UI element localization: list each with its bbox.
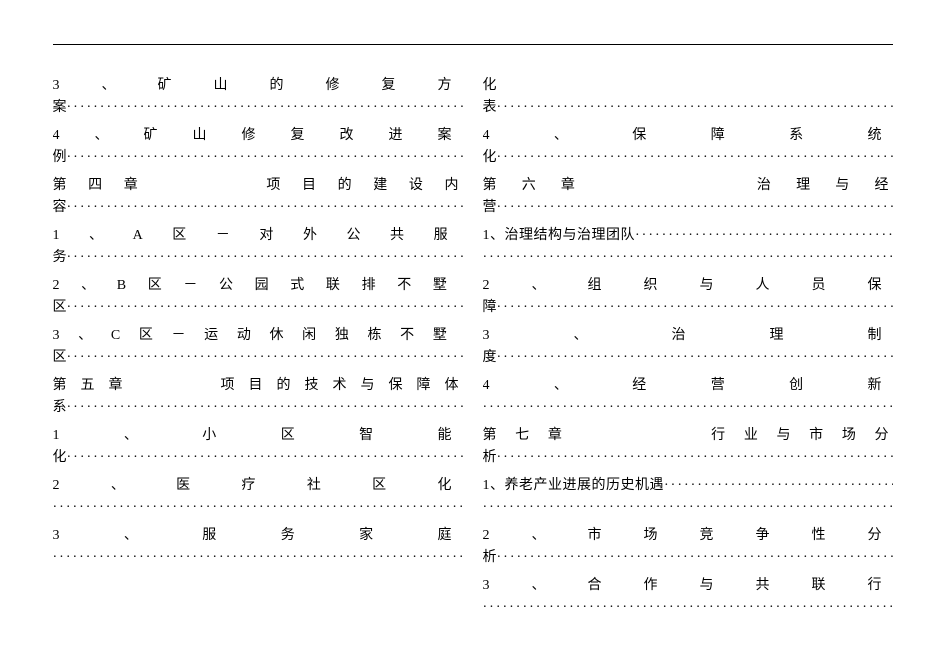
left-column: 3、矿山的修复方案4、矿山修复改进案例第四章 项目的建设内容1、A区－对外公共服… [53,75,463,625]
toc-entry: 3、治理制度 [483,325,893,369]
toc-entry: 2、B区－公园式联排不墅区 [53,275,463,319]
toc-entry-title: 第四章 项目的建设内 [53,175,463,197]
toc-leader-dots [497,297,893,319]
toc-entry-title: 1、治理结构与治理团队 [483,225,636,247]
toc-entry: 1、养老产业进展的历史机遇 [483,475,893,519]
toc-entry: 化表 [483,75,893,119]
toc-entry: 3、矿山的修复方案 [53,75,463,119]
toc-leader-dots [483,597,893,619]
toc-entry: 2、组织与人员保障 [483,275,893,319]
toc-leader-dots [664,475,893,497]
toc-entry-wrap-char: 析 [483,547,497,569]
toc-entry-wrap-char: 案 [53,97,67,119]
toc-entry: 第四章 项目的建设内容 [53,175,463,219]
toc-entry-title: 3、合作与共联行 [483,575,893,597]
toc-entry-title: 3、服务家庭 [53,525,463,547]
toc-entry: 第五章 项目的技术与保障体系 [53,375,463,419]
horizontal-rule [53,44,893,45]
toc-entry: 第七章 行业与市场分析 [483,425,893,469]
toc-entry-wrap-char: 系 [53,397,67,419]
toc-leader-dots [497,97,893,119]
toc-entry-wrap-char: 容 [53,197,67,219]
toc-entry: 1、治理结构与治理团队 [483,225,893,269]
toc-entry-wrap-char: 化 [53,447,67,469]
toc-leader-dots [497,547,893,569]
two-column-layout: 3、矿山的修复方案4、矿山修复改进案例第四章 项目的建设内容1、A区－对外公共服… [53,75,893,625]
toc-leader-dots [483,247,893,269]
toc-entry-title: 第七章 行业与市场分 [483,425,893,447]
toc-leader-dots [497,147,893,169]
toc-entry: 4、保障系统化 [483,125,893,169]
toc-leader-dots [53,497,463,519]
toc-entry-wrap-char: 表 [483,97,497,119]
toc-entry: 2、医疗社区化 [53,475,463,519]
toc-entry-title: 3、矿山的修复方 [53,75,463,97]
toc-entry: 第六章 治理与经营 [483,175,893,219]
toc-leader-dots [497,197,893,219]
toc-leader-dots [67,97,463,119]
toc-entry-title: 3、治理制 [483,325,893,347]
toc-entry-title: 2、组织与人员保 [483,275,893,297]
toc-leader-dots [483,397,893,419]
toc-entry-title: 2、市场竞争性分 [483,525,893,547]
toc-leader-dots [635,225,893,247]
toc-leader-dots [483,497,893,519]
toc-leader-dots [67,247,463,269]
toc-entry-title: 3、C区－运动休闲独栋不墅 [53,325,463,347]
toc-leader-dots [53,547,463,569]
toc-entry-wrap-char: 区 [53,297,67,319]
toc-entry-wrap-char: 务 [53,247,67,269]
toc-leader-dots [67,147,463,169]
toc-entry-title: 2、医疗社区化 [53,475,463,497]
toc-entry-wrap-char: 障 [483,297,497,319]
toc-entry-title: 4、保障系统 [483,125,893,147]
toc-entry: 4、经营创新 [483,375,893,419]
toc-entry-wrap-char: 营 [483,197,497,219]
toc-entry-title: 化 [483,75,893,97]
toc-entry-title: 1、养老产业进展的历史机遇 [483,475,665,497]
toc-entry-title: 4、矿山修复改进案 [53,125,463,147]
toc-entry-title: 1、小区智能 [53,425,463,447]
toc-entry-title: 第六章 治理与经 [483,175,893,197]
toc-entry-title: 第五章 项目的技术与保障体 [53,375,463,397]
toc-leader-dots [67,197,463,219]
toc-entry-wrap-char: 区 [53,347,67,369]
toc-leader-dots [497,447,893,469]
toc-entry-title: 4、经营创新 [483,375,893,397]
toc-entry-title: 2、B区－公园式联排不墅 [53,275,463,297]
toc-leader-dots [497,347,893,369]
toc-leader-dots [67,347,463,369]
toc-entry-wrap-char: 化 [483,147,497,169]
toc-leader-dots [67,297,463,319]
toc-entry: 3、C区－运动休闲独栋不墅区 [53,325,463,369]
toc-entry: 3、服务家庭 [53,525,463,569]
toc-entry: 1、A区－对外公共服务 [53,225,463,269]
toc-entry: 4、矿山修复改进案例 [53,125,463,169]
toc-entry-title: 1、A区－对外公共服 [53,225,463,247]
toc-entry-wrap-char: 析 [483,447,497,469]
toc-entry: 1、小区智能化 [53,425,463,469]
toc-entry-wrap-char: 度 [483,347,497,369]
document-page: 3、矿山的修复方案4、矿山修复改进案例第四章 项目的建设内容1、A区－对外公共服… [0,0,945,669]
toc-entry-wrap-char: 例 [53,147,67,169]
toc-leader-dots [67,397,463,419]
toc-entry: 3、合作与共联行 [483,575,893,619]
toc-entry: 2、市场竞争性分析 [483,525,893,569]
right-column: 化表4、保障系统化第六章 治理与经营1、治理结构与治理团队2、组织与人员保障3、… [483,75,893,625]
toc-leader-dots [67,447,463,469]
